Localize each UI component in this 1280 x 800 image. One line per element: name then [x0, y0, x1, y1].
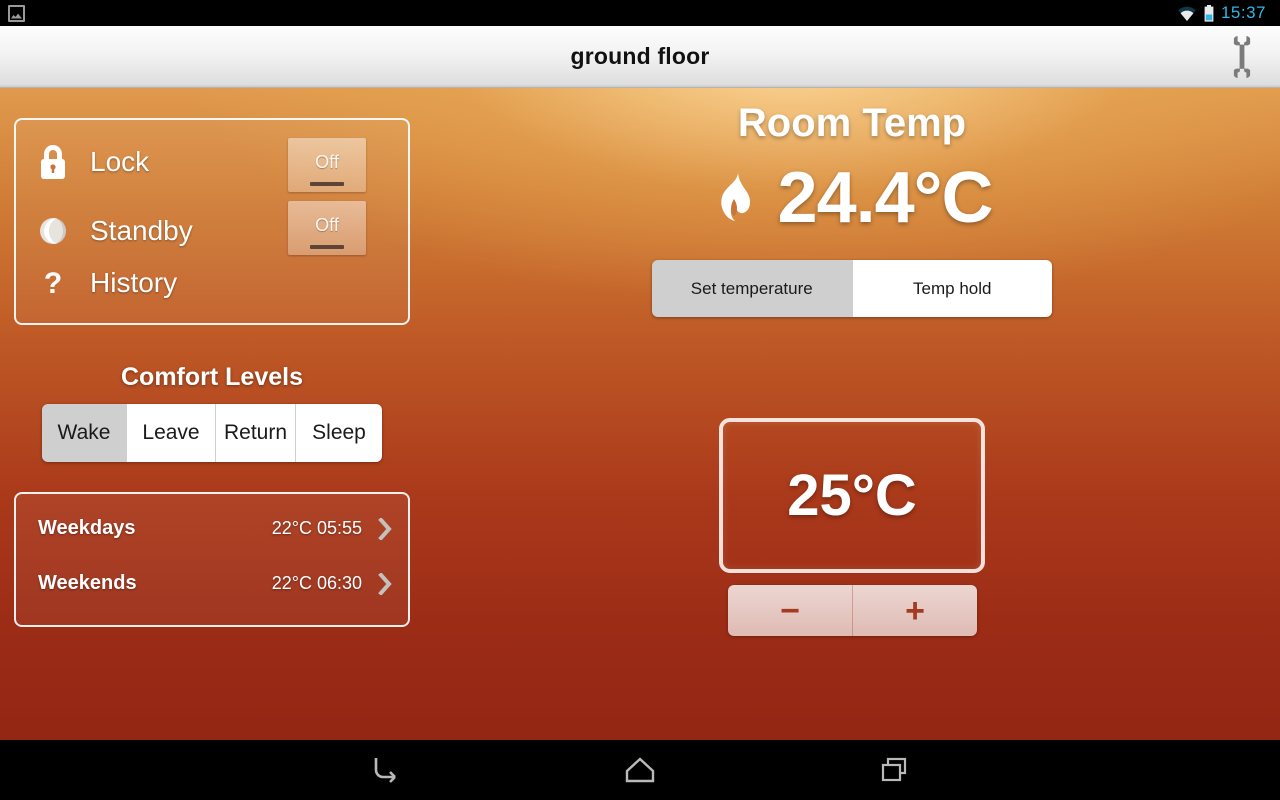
control-row-history[interactable]: ? History [34, 266, 177, 300]
mode-tabs: Set temperature Temp hold [652, 260, 1052, 317]
status-system-icons: 15:37 [1177, 3, 1272, 23]
increase-temperature-button[interactable]: + [853, 585, 977, 636]
temperature-stepper: − + [728, 585, 977, 636]
page-title: ground floor [570, 43, 710, 69]
chevron-right-icon [362, 517, 408, 540]
schedule-value-weekends: 22°C 06:30 [271, 573, 362, 593]
decrease-temperature-button[interactable]: − [728, 585, 853, 636]
back-icon [374, 758, 396, 783]
control-label-standby: Standby [90, 215, 193, 246]
control-label-lock: Lock [90, 146, 150, 177]
schedule-row-weekdays[interactable]: Weekdays 22°C 05:55 [16, 501, 408, 556]
schedule-name-weekends: Weekends [38, 572, 137, 594]
control-row-lock[interactable]: Lock [34, 143, 149, 181]
home-button[interactable] [605, 749, 675, 791]
battery-icon [1204, 4, 1214, 22]
recents-icon [881, 757, 907, 782]
status-notifications [8, 4, 25, 22]
schedule-name-weekdays: Weekdays [38, 517, 136, 539]
target-temperature-box: 25°C [719, 418, 985, 573]
question-mark-icon: ? [34, 266, 72, 300]
room-temp-display: 24.4°C [642, 153, 1062, 243]
tab-temp-hold[interactable]: Temp hold [852, 260, 1052, 317]
home-icon [625, 757, 655, 783]
tab-wake[interactable]: Wake [42, 404, 127, 462]
wifi-icon [1178, 6, 1196, 21]
comfort-levels-tabs: Wake Leave Return Sleep [42, 404, 382, 462]
status-clock: 15:37 [1220, 3, 1266, 22]
chevron-right-icon [362, 572, 408, 595]
back-button[interactable] [350, 749, 420, 791]
android-status-bar: 15:37 [0, 0, 1280, 26]
main-content: Lock Off Standby Off ? History Comfort L… [0, 88, 1280, 740]
lock-icon [34, 143, 72, 181]
flame-icon [720, 171, 750, 221]
wrench-icon [1233, 35, 1251, 78]
recents-button[interactable] [860, 749, 930, 791]
settings-button[interactable] [1222, 31, 1262, 83]
target-temperature-value: 25°C [787, 462, 917, 528]
standby-toggle[interactable]: Off [288, 201, 366, 255]
svg-text:?: ? [44, 267, 62, 300]
tab-sleep[interactable]: Sleep [296, 404, 382, 462]
moon-icon [34, 215, 72, 247]
schedule-card: Weekdays 22°C 05:55 Weekends 22°C 06:30 [14, 492, 410, 627]
control-row-standby[interactable]: Standby [34, 215, 193, 247]
tab-leave[interactable]: Leave [127, 404, 216, 462]
schedule-value-weekdays: 22°C 05:55 [271, 518, 362, 538]
title-bar: ground floor [0, 26, 1280, 88]
comfort-levels-title: Comfort Levels [121, 363, 303, 391]
lock-toggle-label: Off [315, 151, 339, 172]
tab-set-temperature[interactable]: Set temperature [652, 260, 853, 317]
schedule-row-weekends[interactable]: Weekends 22°C 06:30 [16, 556, 408, 611]
screenshot-icon [8, 4, 25, 22]
android-navigation-bar [0, 740, 1280, 800]
room-temp-title: Room Temp [737, 101, 967, 145]
controls-card: Lock Off Standby Off ? History [14, 118, 410, 325]
control-label-history: History [90, 267, 178, 298]
tab-return[interactable]: Return [216, 404, 296, 462]
lock-toggle[interactable]: Off [288, 138, 366, 192]
room-temp-value: 24.4°C [777, 158, 994, 238]
app-screen: 15:37 ground floor Lock Off Standby Off … [0, 0, 1280, 800]
standby-toggle-label: Off [315, 214, 339, 235]
